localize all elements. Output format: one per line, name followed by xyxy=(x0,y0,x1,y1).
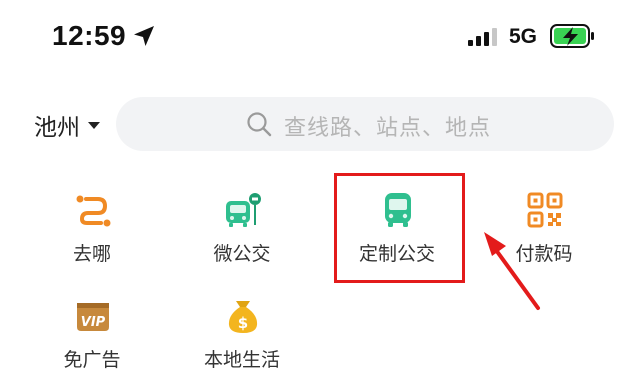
grid-item-qu-na[interactable]: 去哪 xyxy=(32,191,152,271)
cellular-signal-icon xyxy=(468,28,497,46)
battery-charging-icon xyxy=(550,24,594,48)
grid-item-mian-guang-gao[interactable]: VIP 免广告 xyxy=(32,297,152,377)
city-selector[interactable]: 池州 xyxy=(34,108,100,142)
grid-item-ben-di-sheng-huo[interactable]: $ 本地生活 xyxy=(182,297,302,377)
red-arrow-icon xyxy=(484,232,540,310)
grid-item-wei-gong-jiao[interactable]: 微公交 xyxy=(182,191,302,271)
money-bag-icon: $ xyxy=(228,301,258,333)
mini-bus-stop-icon xyxy=(226,193,261,227)
search-placeholder: 查线路、站点、地点 xyxy=(284,116,492,141)
network-type: 5G xyxy=(509,25,538,48)
vip-badge-icon: VIP xyxy=(77,303,109,331)
search-input[interactable]: 查线路、站点、地点 xyxy=(116,97,614,151)
grid-item-label: 微公交 xyxy=(213,243,271,265)
grid-item-label: 去哪 xyxy=(72,243,111,265)
caret-down-icon xyxy=(88,121,100,129)
svg-text:$: $ xyxy=(238,314,248,332)
grid-item-label: 本地生活 xyxy=(203,349,280,371)
status-bar: 12:59 5G xyxy=(0,0,640,72)
highlight-box xyxy=(334,173,465,283)
grid-item-label: 免广告 xyxy=(63,349,121,371)
city-label: 池州 xyxy=(34,115,80,141)
location-arrow-icon xyxy=(134,26,154,46)
route-icon xyxy=(76,195,111,227)
status-time: 12:59 xyxy=(52,20,127,51)
svg-text:VIP: VIP xyxy=(81,315,106,330)
search-icon xyxy=(247,112,272,137)
